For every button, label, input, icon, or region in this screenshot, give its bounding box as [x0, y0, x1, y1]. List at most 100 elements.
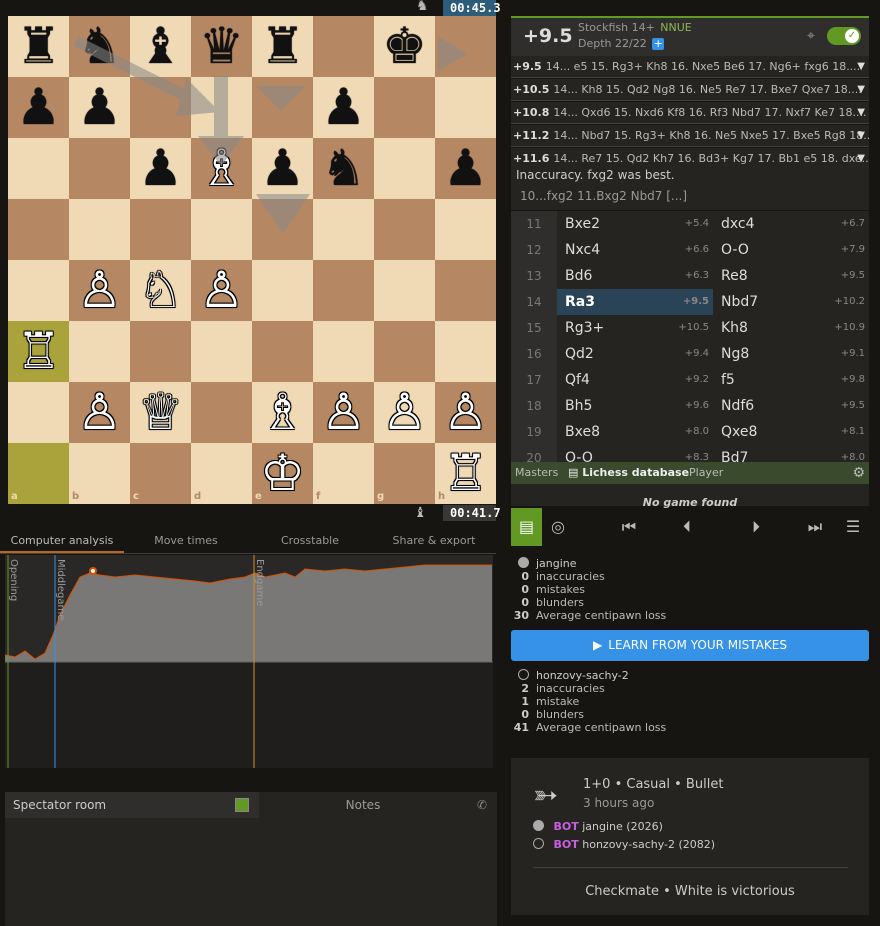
black-move[interactable]: Re8 +9.5 — [713, 263, 869, 289]
square-a2[interactable] — [8, 382, 69, 443]
square-f1[interactable] — [313, 443, 374, 504]
last-move-button[interactable]: ⏭ — [799, 508, 831, 546]
square-e4[interactable] — [252, 260, 313, 321]
square-e7[interactable] — [252, 77, 313, 138]
menu-icon[interactable]: ☰ — [837, 508, 869, 546]
piece-h6[interactable]: ♟ — [435, 138, 496, 199]
square-f3[interactable] — [313, 321, 374, 382]
square-g4[interactable] — [374, 260, 435, 321]
expand-icon[interactable]: ▼ — [857, 102, 865, 123]
square-g3[interactable] — [374, 321, 435, 382]
white-move[interactable]: Bd6 +6.3 — [557, 263, 713, 289]
black-move[interactable]: Ndf6 +9.5 — [713, 393, 869, 419]
pv-moves[interactable]: 14... Kh8 15. Qd2 Ng8 16. Ne5 Re7 17. Bx… — [549, 83, 861, 96]
piece-h1[interactable]: ♖ — [435, 443, 496, 504]
square-c1[interactable] — [130, 443, 191, 504]
square-f8[interactable] — [313, 16, 374, 77]
piece-f2[interactable]: ♙ — [313, 382, 374, 443]
square-f4[interactable] — [313, 260, 374, 321]
square-b3[interactable] — [69, 321, 130, 382]
black-player-name[interactable]: honzovy-sachy-2 — [536, 669, 629, 682]
tab-share-export[interactable]: Share & export — [372, 530, 496, 553]
piece-b2[interactable]: ♙ — [69, 382, 130, 443]
square-d2[interactable] — [191, 382, 252, 443]
black-move[interactable]: Qxe8 +8.1 — [713, 419, 869, 445]
engine-toggle[interactable]: ✓ — [827, 27, 861, 45]
black-move[interactable]: Nbd7 +10.2 — [713, 289, 869, 315]
piece-c8[interactable]: ♝ — [130, 16, 191, 77]
white-move[interactable]: O-O +8.3 — [557, 445, 713, 462]
piece-g2[interactable]: ♙ — [374, 382, 435, 443]
piece-a8[interactable]: ♜ — [8, 16, 69, 77]
white-move[interactable]: Nxc4 +6.6 — [557, 237, 713, 263]
spectator-toggle[interactable] — [235, 798, 249, 812]
pv-moves[interactable]: 14... Qxd6 15. Nxd6 Kf8 16. Rf3 Nbd7 17.… — [549, 106, 866, 119]
pv-moves[interactable]: 14... Nbd7 15. Rg3+ Kh8 16. Ne5 Nxe5 17.… — [549, 129, 869, 142]
phone-icon[interactable]: ✆ — [467, 792, 497, 818]
black-move[interactable]: Ng8 +9.1 — [713, 341, 869, 367]
tab-move-times[interactable]: Move times — [124, 530, 248, 553]
pv-line[interactable]: +10.5 14... Kh8 15. Qd2 Ng8 16. Ne5 Re7 1… — [511, 79, 869, 101]
white-player-name[interactable]: jangine — [536, 557, 577, 570]
practice-button[interactable]: ◎ — [542, 508, 574, 546]
spectator-title[interactable]: Spectator room — [5, 798, 235, 812]
piece-c4[interactable]: ♘ — [130, 260, 191, 321]
piece-a3[interactable]: ♖ — [8, 321, 69, 382]
notes-tab[interactable]: Notes — [259, 792, 467, 818]
white-move[interactable]: Bxe8 +8.0 — [557, 419, 713, 445]
piece-h2[interactable]: ♙ — [435, 382, 496, 443]
piece-d4[interactable]: ♙ — [191, 260, 252, 321]
pv-moves[interactable]: 14... e5 15. Rg3+ Kh8 16. Nxe5 Be6 17. N… — [542, 60, 860, 73]
piece-c2[interactable]: ♕ — [130, 382, 191, 443]
square-d5[interactable] — [191, 199, 252, 260]
eval-chart[interactable]: Opening Middlegame Endgame — [5, 555, 493, 768]
piece-a7[interactable]: ♟ — [8, 77, 69, 138]
piece-d8[interactable]: ♛ — [191, 16, 252, 77]
square-g5[interactable] — [374, 199, 435, 260]
square-c3[interactable] — [130, 321, 191, 382]
plus-icon[interactable]: + — [652, 38, 665, 50]
pv-line[interactable]: +11.6 14... Re7 15. Qd2 Kh7 16. Bd3+ Kg7 … — [511, 148, 869, 170]
square-b5[interactable] — [69, 199, 130, 260]
piece-e1[interactable]: ♔ — [252, 443, 313, 504]
white-player-link[interactable]: jangine (2026) — [582, 820, 663, 833]
explorer-button[interactable]: ▤ — [511, 508, 542, 546]
square-a4[interactable] — [8, 260, 69, 321]
piece-e6[interactable]: ♟ — [252, 138, 313, 199]
square-g7[interactable] — [374, 77, 435, 138]
white-move[interactable]: Bh5 +9.6 — [557, 393, 713, 419]
expand-icon[interactable]: ▼ — [857, 148, 865, 169]
chess-board[interactable]: 8 7 6 5 4 3 2 1 a b c d e f g h ♜ ♞ ♝ ♛ ♜ ♚ ♟ ♟ ♟ ♟ ♗ ♟ ♞ ♟ ♙ ♘ ♙ ♖ ♙ ♕ ♗ ♙ ♙ ♙… — [8, 16, 496, 504]
square-a6[interactable] — [8, 138, 69, 199]
piece-c6[interactable]: ♟ — [130, 138, 191, 199]
gear-icon[interactable]: ⚙ — [852, 462, 865, 484]
piece-e8[interactable]: ♜ — [252, 16, 313, 77]
piece-f6[interactable]: ♞ — [313, 138, 374, 199]
target-icon[interactable]: ⌖ — [807, 28, 815, 44]
comment-line2[interactable]: 10...fxg2 11.Bxg2 Nbd7 [...] — [520, 189, 687, 203]
pv-moves[interactable]: 14... Re7 15. Qd2 Kh7 16. Bd3+ Kg7 17. B… — [549, 152, 869, 165]
first-move-button[interactable]: ⏮ — [613, 508, 645, 546]
black-move[interactable]: Bd7 +8.0 — [713, 445, 869, 462]
tab-computer-analysis[interactable]: Computer analysis — [0, 530, 124, 553]
piece-g8[interactable]: ♚ — [374, 16, 435, 77]
square-b6[interactable] — [69, 138, 130, 199]
expand-icon[interactable]: ▼ — [857, 79, 865, 100]
pv-line[interactable]: +11.2 14... Nbd7 15. Rg3+ Kh8 16. Ne5 Nxe… — [511, 125, 869, 147]
black-move[interactable]: dxc4 +6.7 — [713, 211, 869, 237]
white-move[interactable]: Qf4 +9.2 — [557, 367, 713, 393]
white-move[interactable]: Rg3+ +10.5 — [557, 315, 713, 341]
square-c5[interactable] — [130, 199, 191, 260]
square-e3[interactable] — [252, 321, 313, 382]
square-c7[interactable] — [130, 77, 191, 138]
square-d3[interactable] — [191, 321, 252, 382]
piece-e2[interactable]: ♗ — [252, 382, 313, 443]
tab-player[interactable]: Player — [689, 462, 723, 484]
white-move[interactable]: Bxe2 +5.4 — [557, 211, 713, 237]
expand-icon[interactable]: ▼ — [857, 125, 865, 146]
expand-icon[interactable]: ▼ — [857, 56, 865, 77]
square-f5[interactable] — [313, 199, 374, 260]
square-e5[interactable] — [252, 199, 313, 260]
tab-crosstable[interactable]: Crosstable — [248, 530, 372, 553]
piece-d6[interactable]: ♗ — [191, 138, 252, 199]
